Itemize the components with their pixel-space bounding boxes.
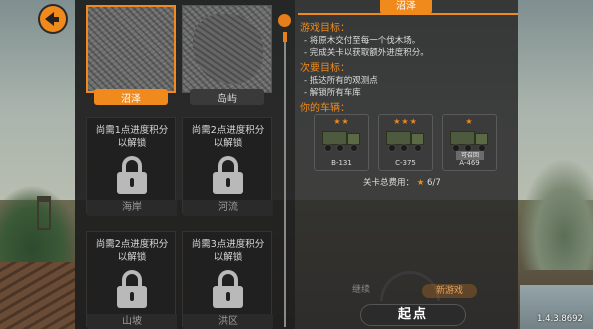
start-button[interactable]: 起点 xyxy=(360,304,466,326)
goal-item: - 将原木交付至每一个伐木场。 xyxy=(304,36,421,46)
secondary-goals-title: 次要目标： xyxy=(300,63,350,74)
log-pile xyxy=(0,262,75,329)
map-card-flood-locked[interactable]: 尚需3点进度积分以解锁 洪区 xyxy=(182,231,273,329)
unlock-requirement: 尚需1点进度积分以解锁 xyxy=(95,125,169,149)
island-shape xyxy=(193,14,263,84)
trees-right xyxy=(520,160,593,270)
map-name: 洪区 xyxy=(183,314,273,329)
vehicle-stars: ★ xyxy=(465,117,474,126)
map-thumbnail-island xyxy=(182,5,272,93)
goal-item: - 完成关卡以获取额外进度积分。 xyxy=(304,48,429,58)
vehicle-card-a469[interactable]: ★ 可召回 A-469 xyxy=(442,114,497,171)
map-thumbnail-swamp xyxy=(86,5,176,93)
mode-continue-option[interactable]: 继续 xyxy=(352,282,370,295)
unlock-requirement: 尚需2点进度积分以解锁 xyxy=(191,125,265,149)
info-tab-map-name: 沼泽 xyxy=(380,0,432,14)
map-list-scrollbar[interactable] xyxy=(276,14,292,327)
map-total-cost: 关卡总费用： ★ 6/7 xyxy=(363,176,441,188)
scrollbar-thumb[interactable] xyxy=(283,32,287,42)
map-label-swamp: 沼泽 xyxy=(94,89,168,105)
vehicle-stars: ★★ xyxy=(333,117,350,126)
map-card-swamp[interactable]: 沼泽 xyxy=(86,5,176,105)
version-label: 1.4.3.8692 xyxy=(537,314,583,324)
lock-icon xyxy=(117,270,147,308)
secondary-goal-item: - 解锁所有车库 xyxy=(304,88,361,98)
mode-new-game-option[interactable]: 新游戏 xyxy=(422,284,477,298)
map-card-hillside-locked[interactable]: 尚需2点进度积分以解锁 山坡 xyxy=(86,231,177,329)
vehicle-code: A-469 xyxy=(459,159,480,167)
truck-icon xyxy=(322,131,362,155)
goals-title: 游戏目标： xyxy=(300,23,350,34)
cost-label: 关卡总费用： xyxy=(363,178,415,188)
vehicle-card-b131[interactable]: ★★ B-131 xyxy=(314,114,369,171)
lock-icon xyxy=(213,156,243,194)
map-name: 海岸 xyxy=(87,200,177,216)
map-card-coast-locked[interactable]: 尚需1点进度积分以解锁 海岸 xyxy=(86,117,177,216)
map-label-island: 岛屿 xyxy=(190,89,264,105)
cost-star-icon: ★ xyxy=(416,178,425,188)
cost-value: 6/7 xyxy=(427,178,441,188)
truck-icon xyxy=(386,131,426,155)
map-name: 河流 xyxy=(183,200,273,216)
vehicle-code: B-131 xyxy=(331,159,352,167)
map-card-river-locked[interactable]: 尚需2点进度积分以解锁 河流 xyxy=(182,117,273,216)
back-arrow-tail xyxy=(52,16,59,22)
map-card-island[interactable]: 岛屿 xyxy=(182,5,272,105)
vehicle-card-c375[interactable]: ★★★ C-375 xyxy=(378,114,433,171)
secondary-goal-item: - 抵达所有的观测点 xyxy=(304,76,378,86)
unlock-requirement: 尚需3点进度积分以解锁 xyxy=(191,239,265,263)
lock-icon xyxy=(213,270,243,308)
unlock-requirement: 尚需2点进度积分以解锁 xyxy=(95,239,169,263)
vehicle-code: C-375 xyxy=(395,159,416,167)
scrollbar-track[interactable] xyxy=(284,32,286,327)
map-name: 山坡 xyxy=(87,314,177,329)
scrollbar-knob[interactable] xyxy=(278,14,291,27)
game-mode-switch[interactable]: 继续 新游戏 xyxy=(340,271,480,301)
lock-icon xyxy=(117,156,147,194)
back-button[interactable] xyxy=(40,6,66,32)
vehicles-title: 你的车辆： xyxy=(300,103,350,114)
watch-tower xyxy=(37,196,51,230)
vehicle-stars: ★★★ xyxy=(393,117,418,126)
